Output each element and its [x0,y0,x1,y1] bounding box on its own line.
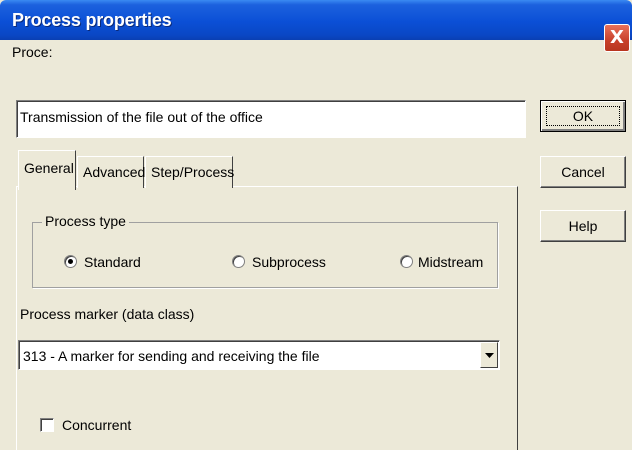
tab-step-process-label: Step/Process [151,164,235,180]
radio-midstream-label[interactable]: Midstream [418,254,483,270]
concurrent-checkbox[interactable] [40,418,54,432]
help-button[interactable]: Help [540,210,626,242]
tab-advanced-label: Advanced [83,164,146,180]
chevron-down-icon [485,353,494,358]
cancel-button-label: Cancel [561,164,605,180]
process-name-input[interactable]: Transmission of the file out of the offi… [16,100,526,138]
radio-midstream[interactable] [400,255,413,268]
tab-advanced[interactable]: Advanced [77,156,146,188]
process-marker-label: Process marker (data class) [20,306,195,322]
close-button[interactable]: X [604,24,630,52]
process-properties-dialog: Process properties X Proce: Transmission… [0,0,632,450]
radio-selected-dot [68,259,73,264]
ok-button[interactable]: OK [540,100,626,132]
process-marker-select[interactable]: 313 - A marker for sending and receiving… [18,340,500,370]
tab-general-label: General [24,160,74,176]
window-title: Process properties [12,10,172,30]
radio-subprocess[interactable] [232,255,245,268]
process-name-value: Transmission of the file out of the offi… [20,109,263,125]
focus-rect [546,106,620,126]
dropdown-button[interactable] [480,342,498,368]
radio-subprocess-label[interactable]: Subprocess [252,254,326,270]
title-bar[interactable]: Process properties [0,0,632,40]
tab-step-process[interactable]: Step/Process [145,156,235,188]
concurrent-label[interactable]: Concurrent [62,417,131,433]
radio-standard[interactable] [64,255,77,268]
help-button-label: Help [568,218,598,234]
cancel-button[interactable]: Cancel [540,156,626,188]
process-marker-value: 313 - A marker for sending and receiving… [23,348,320,364]
radio-standard-label[interactable]: Standard [84,254,141,270]
process-name-label: Proce: [12,44,53,60]
tab-general[interactable]: General [18,150,76,190]
close-icon: X [610,27,624,48]
process-type-label: Process type [42,213,129,229]
